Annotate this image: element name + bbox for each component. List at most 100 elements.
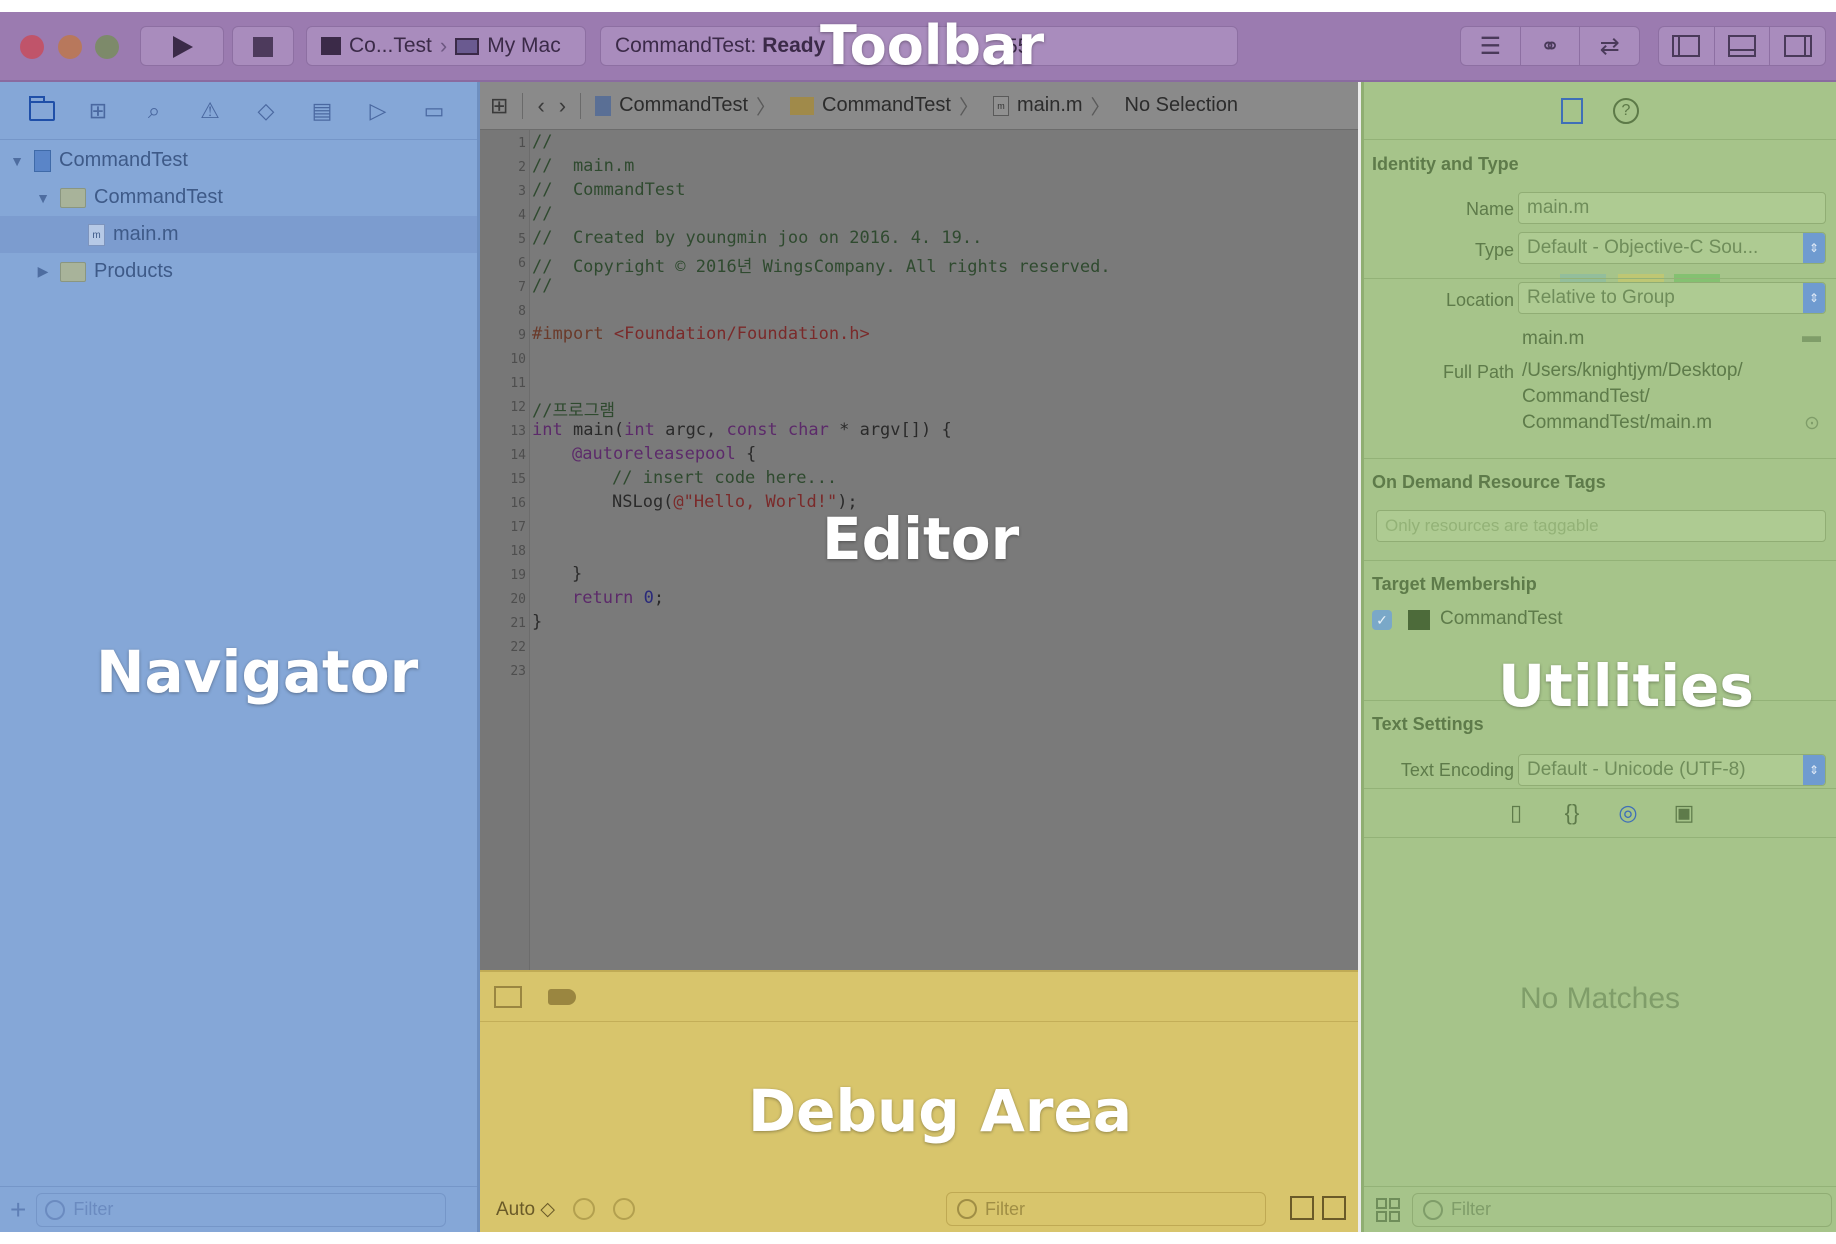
forward-icon[interactable]: ›	[559, 93, 566, 119]
xcode-window: Co...Test › My Mac CommandTest: Ready 55…	[0, 12, 1836, 1232]
tree-item-products[interactable]: ▶ Products	[0, 253, 477, 290]
quick-help-icon[interactable]: ?	[1613, 97, 1639, 124]
location-file: main.m	[1522, 328, 1585, 349]
code-line: // CommandTest	[532, 180, 686, 200]
reveal-arrow-icon[interactable]: ⊙	[1804, 412, 1820, 435]
breadcrumb-project[interactable]: CommandTest 〉	[595, 91, 776, 120]
code-line: return 0;	[572, 588, 664, 608]
find-navigator-tab[interactable]: ⌕	[140, 97, 168, 125]
back-icon[interactable]: ‹	[537, 93, 544, 119]
code-token: * argv[]) {	[828, 420, 952, 440]
tree-label: CommandTest	[59, 149, 188, 171]
type-select[interactable]: Default - Objective-C Sou... ⇕	[1518, 232, 1826, 264]
resource-tags-field[interactable]: Only resources are taggable	[1376, 510, 1826, 542]
navigator-filter-input[interactable]: Filter	[36, 1192, 447, 1227]
debug-filter-input[interactable]: Filter	[946, 1192, 1266, 1226]
divider	[580, 92, 582, 119]
line-number: 12	[510, 400, 526, 415]
info-icon[interactable]	[612, 1198, 635, 1220]
status-project: CommandTest:	[615, 34, 757, 57]
lines-icon: ☰	[1479, 32, 1502, 60]
code-line: // Created by youngmin joo on 2016. 4. 1…	[532, 228, 983, 248]
close-window-button[interactable]	[20, 35, 44, 59]
test-navigator-tab[interactable]: ◇	[252, 97, 280, 125]
disclosure-down-icon[interactable]: ▼	[34, 190, 52, 206]
breadcrumb-group[interactable]: CommandTest 〉	[790, 91, 979, 120]
related-items-icon[interactable]: ⊞	[490, 93, 508, 119]
target-icon	[321, 37, 341, 55]
text-settings-clip: Text Encoding Default - Unicode (UTF-8) …	[1364, 746, 1836, 786]
toggle-utilities-button[interactable]	[1770, 27, 1825, 65]
zoom-window-button[interactable]	[95, 35, 119, 59]
code-line: //	[532, 276, 553, 296]
file-inspector-icon[interactable]	[1561, 97, 1583, 124]
jump-bar: ⊞ ‹ › CommandTest 〉 CommandTest 〉 m main…	[480, 82, 1358, 130]
project-tree: ▼ CommandTest ▼ CommandTest m main.m ▶ P…	[0, 142, 477, 290]
line-number: 17	[510, 520, 526, 535]
issue-navigator-tab[interactable]: ⚠	[196, 97, 224, 125]
disclosure-down-icon[interactable]: ▼	[8, 153, 26, 169]
breakpoints-toggle-icon[interactable]	[548, 988, 576, 1005]
run-button[interactable]	[140, 26, 224, 66]
fullpath-label: Full Path	[1442, 362, 1514, 382]
object-library-icon[interactable]: ◎	[1615, 800, 1641, 826]
fullpath-line: CommandTest/main.m	[1522, 412, 1713, 433]
arrows-icon: ⇄	[1599, 32, 1620, 60]
breadcrumb-selection[interactable]: No Selection	[1125, 94, 1238, 117]
tree-item-group[interactable]: ▼ CommandTest	[0, 179, 477, 216]
speech-bubble-icon: ▭	[423, 97, 445, 123]
eye-icon[interactable]	[572, 1198, 595, 1220]
tree-item-project[interactable]: ▼ CommandTest	[0, 142, 477, 179]
media-library-icon[interactable]: ▣	[1671, 800, 1697, 826]
tree-item-main-m[interactable]: m main.m	[0, 216, 477, 253]
variables-view-icon[interactable]	[1290, 1196, 1314, 1220]
name-field[interactable]: main.m	[1518, 192, 1826, 224]
code-snippet-icon[interactable]: {}	[1559, 800, 1585, 826]
standard-editor-button[interactable]: ☰	[1461, 27, 1521, 65]
line-number: 2	[518, 160, 526, 175]
add-icon[interactable]: +	[10, 1194, 26, 1226]
breadcrumb-file[interactable]: m main.m 〉	[992, 91, 1111, 120]
symbol-navigator-tab[interactable]: ⊞	[84, 97, 112, 125]
line-number: 8	[518, 304, 526, 319]
breakpoint-navigator-tab[interactable]: ▷	[364, 97, 392, 125]
type-value: Default - Objective-C Sou...	[1527, 237, 1759, 258]
folder-icon[interactable]: ▬	[1802, 326, 1821, 348]
chevron-right-icon: ›	[439, 33, 448, 58]
assistant-editor-button[interactable]: ⚭	[1521, 27, 1581, 65]
file-template-icon[interactable]: ▯	[1503, 800, 1529, 826]
project-file-icon	[34, 149, 51, 172]
divider	[1364, 278, 1836, 279]
code-token: @"Hello, World!"	[673, 492, 838, 512]
line-number: 22	[510, 640, 526, 655]
encoding-value: Default - Unicode (UTF-8)	[1527, 759, 1746, 780]
version-editor-button[interactable]: ⇄	[1580, 27, 1639, 65]
stop-button[interactable]	[232, 26, 294, 66]
console-view-icon[interactable]	[1322, 1196, 1346, 1220]
encoding-select[interactable]: Default - Unicode (UTF-8) ⇕	[1518, 754, 1826, 786]
code-token: ;	[653, 588, 665, 608]
minimize-window-button[interactable]	[58, 35, 82, 59]
target-membership-checkbox[interactable]: ✓	[1372, 610, 1392, 630]
code-token: #import	[532, 324, 614, 344]
code-line: //	[532, 204, 553, 224]
breadcrumb-label: CommandTest	[822, 94, 951, 116]
folder-icon	[60, 261, 86, 282]
code-token: main(	[562, 420, 625, 440]
encoding-label: Text Encoding	[1400, 760, 1514, 780]
disclosure-right-icon[interactable]: ▶	[34, 263, 52, 280]
grid-view-icon[interactable]	[1376, 1197, 1400, 1222]
hide-debug-area-icon[interactable]	[494, 985, 522, 1008]
toggle-navigator-button[interactable]	[1659, 27, 1715, 65]
scheme-selector[interactable]: Co...Test › My Mac	[306, 26, 586, 66]
debug-bar	[480, 972, 1358, 1022]
toggle-debug-button[interactable]	[1715, 27, 1771, 65]
divider	[1364, 560, 1836, 561]
line-number: 7	[518, 280, 526, 295]
location-select[interactable]: Relative to Group ⇕	[1518, 282, 1826, 314]
debug-navigator-tab[interactable]: ▤	[308, 97, 336, 125]
library-filter-input[interactable]: Filter	[1412, 1192, 1832, 1227]
variables-scope-select[interactable]: Auto ◇	[496, 1198, 555, 1221]
project-navigator-tab[interactable]	[28, 95, 56, 125]
report-navigator-tab[interactable]: ▭	[420, 97, 448, 125]
